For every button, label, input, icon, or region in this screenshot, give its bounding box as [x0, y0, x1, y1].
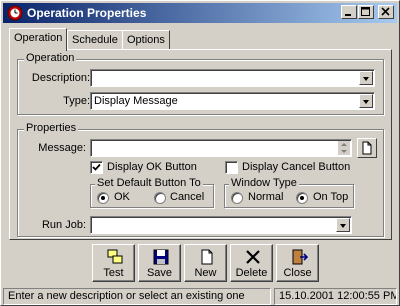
chevron-down-icon	[363, 77, 369, 81]
description-combobox[interactable]	[90, 69, 375, 87]
status-datetime-text: 15.10.2001 12:00:55 PM	[279, 290, 397, 302]
clock-icon	[7, 5, 23, 21]
description-dropdown-button[interactable]	[359, 71, 373, 85]
run-job-combobox[interactable]	[90, 216, 352, 234]
default-cancel-label: Cancel	[170, 191, 205, 203]
delete-button[interactable]: Delete	[230, 244, 273, 282]
type-dropdown-button[interactable]	[359, 94, 373, 108]
new-document-icon	[201, 249, 213, 265]
radio-selected-dot-icon	[300, 196, 304, 200]
save-icon	[153, 249, 169, 265]
close-button[interactable]: Close	[276, 244, 319, 282]
message-browse-button[interactable]	[357, 138, 377, 158]
close-button-label: Close	[283, 267, 312, 279]
save-button[interactable]: Save	[138, 244, 181, 282]
window-title: Operation Properties	[27, 6, 147, 20]
spin-arrows-icon	[341, 143, 347, 153]
tab-operation[interactable]: Operation	[9, 28, 68, 51]
run-job-dropdown-button[interactable]	[336, 218, 350, 232]
default-ok-radio[interactable]	[97, 192, 109, 204]
maximize-button[interactable]	[358, 5, 374, 19]
minimize-button[interactable]	[341, 5, 357, 19]
test-button-label: Test	[103, 267, 124, 279]
exit-door-icon	[292, 249, 308, 265]
test-icon	[107, 249, 123, 264]
close-window-button[interactable]	[378, 5, 394, 19]
display-ok-checkbox[interactable]	[90, 161, 103, 174]
status-message: Enter a new description or select an exi…	[3, 288, 271, 305]
save-button-label: Save	[146, 267, 173, 279]
run-job-label: Run Job:	[41, 219, 86, 231]
close-icon	[381, 7, 390, 16]
test-button[interactable]: Test	[92, 244, 135, 282]
message-spin-button[interactable]	[337, 141, 350, 155]
default-cancel-radio[interactable]	[154, 192, 166, 204]
properties-group-title: Properties	[24, 122, 79, 134]
message-input[interactable]	[90, 139, 352, 157]
type-value: Display Message	[94, 95, 178, 107]
checkmark-icon	[92, 163, 101, 171]
new-button[interactable]: New	[184, 244, 227, 282]
message-label: Message:	[38, 142, 86, 154]
new-button-label: New	[194, 267, 217, 279]
delete-icon	[246, 250, 260, 264]
status-message-text: Enter a new description or select an exi…	[8, 290, 245, 302]
default-button-group-title: Set Default Button To	[95, 177, 203, 189]
operation-group-title: Operation	[24, 52, 77, 64]
tab-options[interactable]: Options	[122, 30, 170, 50]
display-ok-label: Display OK Button	[107, 161, 197, 173]
type-combobox[interactable]: Display Message	[90, 92, 375, 110]
status-datetime: 15.10.2001 12:00:55 PM	[274, 288, 397, 305]
tab-operation-label: Operation	[14, 32, 63, 44]
window-ontop-radio[interactable]	[296, 192, 308, 204]
display-cancel-checkbox[interactable]	[225, 161, 238, 174]
description-label: Description:	[31, 72, 90, 84]
delete-button-label: Delete	[235, 267, 268, 279]
display-cancel-label: Display Cancel Button	[242, 161, 351, 173]
tab-schedule-label: Schedule	[72, 34, 118, 46]
tab-schedule[interactable]: Schedule	[67, 30, 123, 50]
default-ok-label: OK	[114, 191, 130, 203]
document-icon	[362, 141, 372, 155]
tab-options-label: Options	[127, 34, 165, 46]
window-normal-label: Normal	[248, 191, 284, 203]
type-label: Type:	[63, 95, 90, 107]
chevron-down-icon	[340, 224, 346, 228]
window-type-group-title: Window Type	[229, 177, 299, 189]
operation-properties-window: Operation Properties Operation Schedule …	[0, 0, 400, 306]
radio-selected-dot-icon	[101, 196, 105, 200]
minimize-icon	[345, 14, 351, 16]
maximize-icon	[361, 7, 370, 16]
chevron-down-icon	[363, 100, 369, 104]
window-ontop-label: On Top	[313, 191, 349, 203]
title-bar[interactable]: Operation Properties	[3, 3, 397, 23]
operation-tab-panel: Operation Description: Type: Display Mes…	[9, 49, 392, 240]
window-normal-radio[interactable]	[231, 192, 243, 204]
